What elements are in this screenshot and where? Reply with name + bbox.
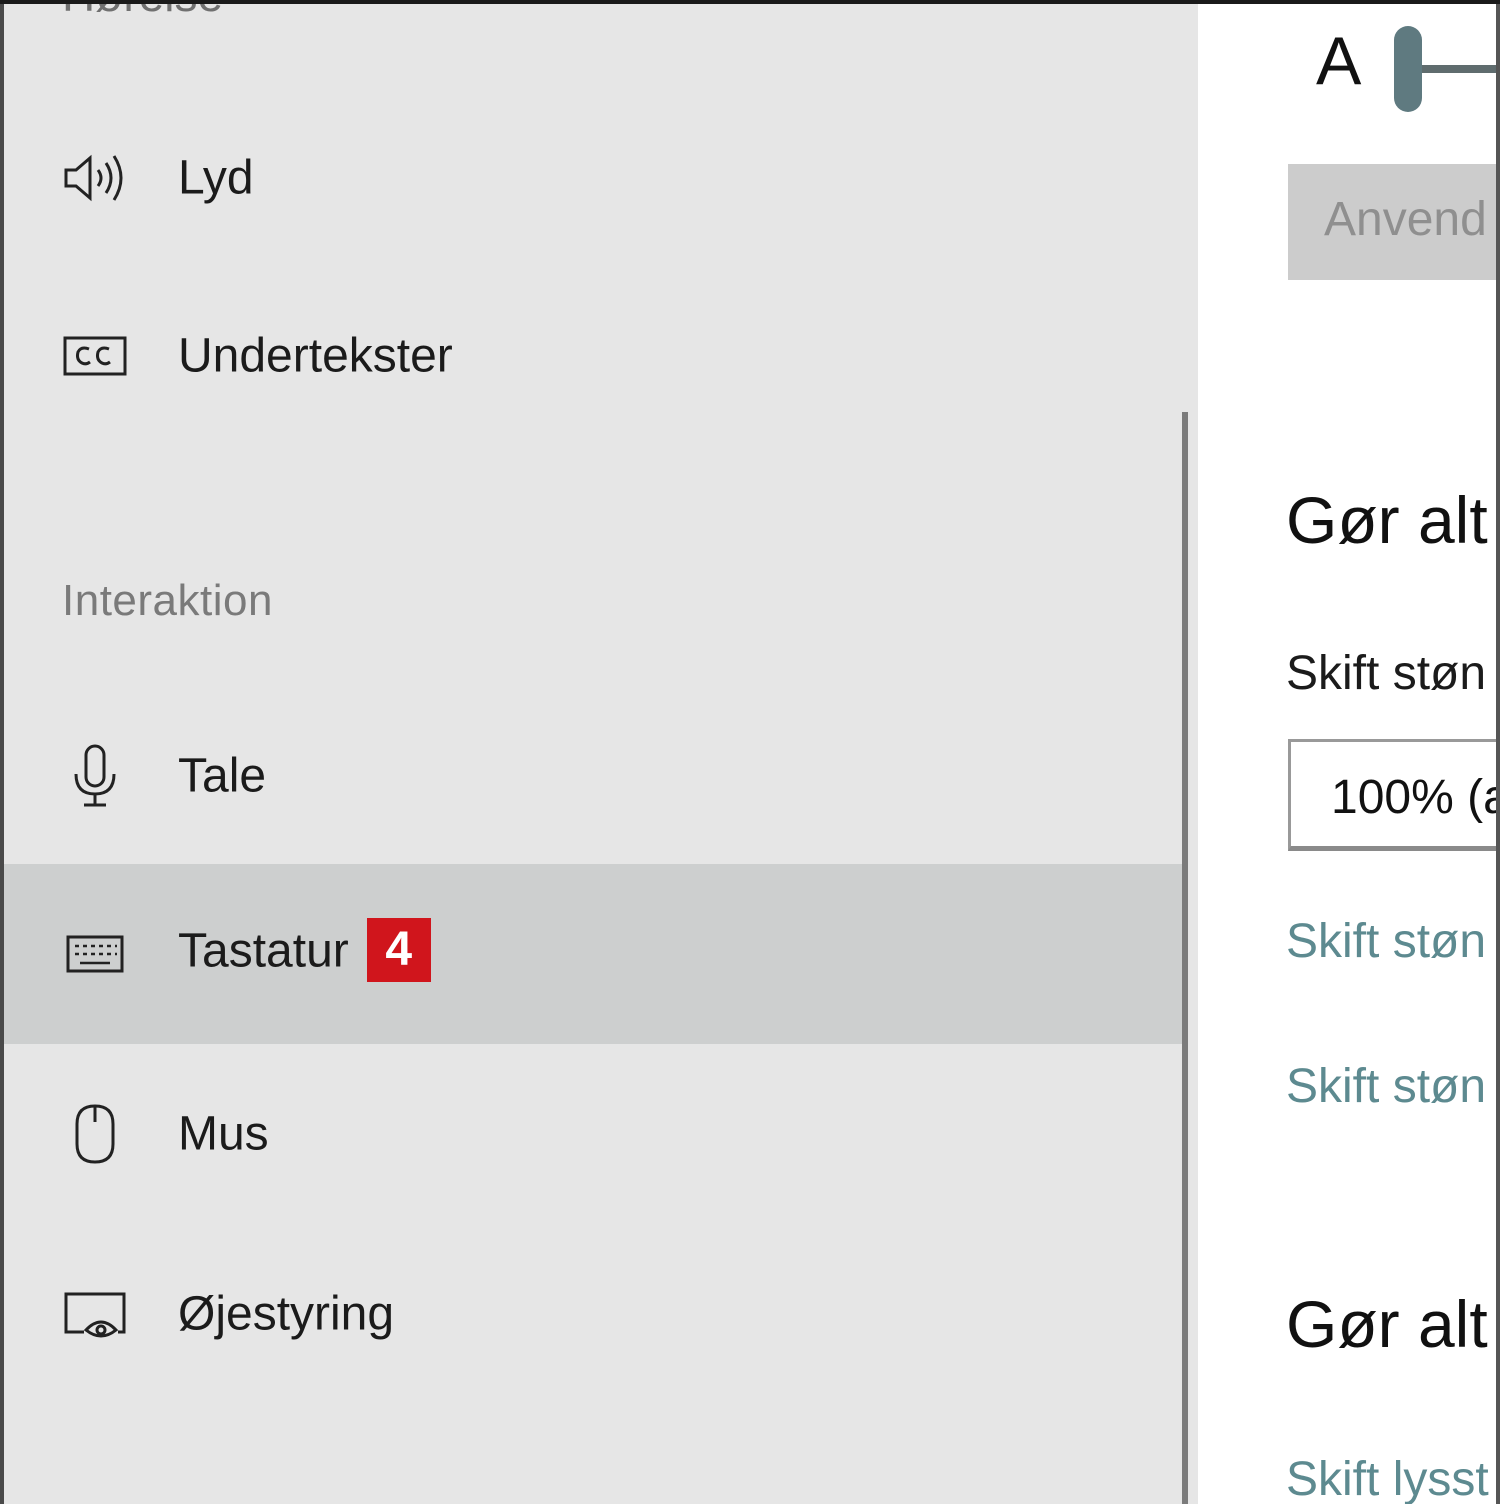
- settings-window: Hørelse Lyd Undertekster: [0, 0, 1500, 1504]
- text-size-sample-letter: A: [1316, 23, 1362, 99]
- change-brightness-link[interactable]: Skift lysst: [1286, 1452, 1489, 1504]
- keyboard-icon: [60, 919, 130, 989]
- sidebar-item-label-wrap: Tastatur 4: [178, 918, 431, 986]
- apply-button[interactable]: Anvend: [1288, 164, 1500, 280]
- sidebar-item-undertekster[interactable]: Undertekster: [4, 266, 1182, 446]
- sidebar-item-label: Mus: [178, 1107, 269, 1161]
- mouse-icon: [60, 1099, 130, 1169]
- change-size-link-1[interactable]: Skift støn: [1286, 914, 1486, 969]
- sidebar: Hørelse Lyd Undertekster: [0, 4, 1198, 1504]
- apply-button-label: Anvend: [1324, 193, 1487, 246]
- sidebar-item-label: Lyd: [178, 151, 254, 205]
- content-panel: A Anvend Gør alt Skift støn 100% (a Skif…: [1198, 4, 1500, 1504]
- sidebar-item-lyd[interactable]: Lyd: [4, 88, 1182, 268]
- size-dropdown[interactable]: 100% (a: [1288, 739, 1500, 851]
- sidebar-item-tastatur[interactable]: Tastatur 4: [4, 864, 1182, 1044]
- group-label-interaction: Interaktion: [62, 576, 273, 625]
- speaker-icon: [60, 143, 130, 213]
- sidebar-item-label: Undertekster: [178, 329, 453, 383]
- sidebar-item-mus[interactable]: Mus: [4, 1044, 1182, 1224]
- text-size-slider-thumb[interactable]: [1394, 26, 1422, 112]
- sidebar-item-label: Tale: [178, 749, 267, 803]
- sidebar-item-ojestyring[interactable]: Øjestyring: [4, 1224, 1182, 1404]
- notification-badge: 4: [366, 918, 431, 982]
- section-heading-make-everything-bigger: Gør alt: [1286, 483, 1488, 557]
- section-heading-make-everything-brighter: Gør alt: [1286, 1287, 1488, 1361]
- sidebar-item-tale[interactable]: Tale: [4, 686, 1182, 866]
- sidebar-item-label: Øjestyring: [178, 1287, 395, 1341]
- size-dropdown-value: 100% (a: [1331, 771, 1500, 824]
- text-size-slider-track[interactable]: [1422, 65, 1500, 73]
- change-size-link-2[interactable]: Skift støn: [1286, 1059, 1486, 1114]
- eye-control-icon: [60, 1279, 130, 1349]
- sidebar-item-label: Tastatur: [178, 924, 349, 978]
- sidebar-scrollbar[interactable]: [1182, 412, 1188, 1504]
- group-label-hearing: Hørelse: [62, 4, 223, 22]
- size-field-label: Skift støn: [1286, 647, 1487, 700]
- microphone-icon: [60, 741, 130, 811]
- closed-captions-icon: [60, 321, 130, 391]
